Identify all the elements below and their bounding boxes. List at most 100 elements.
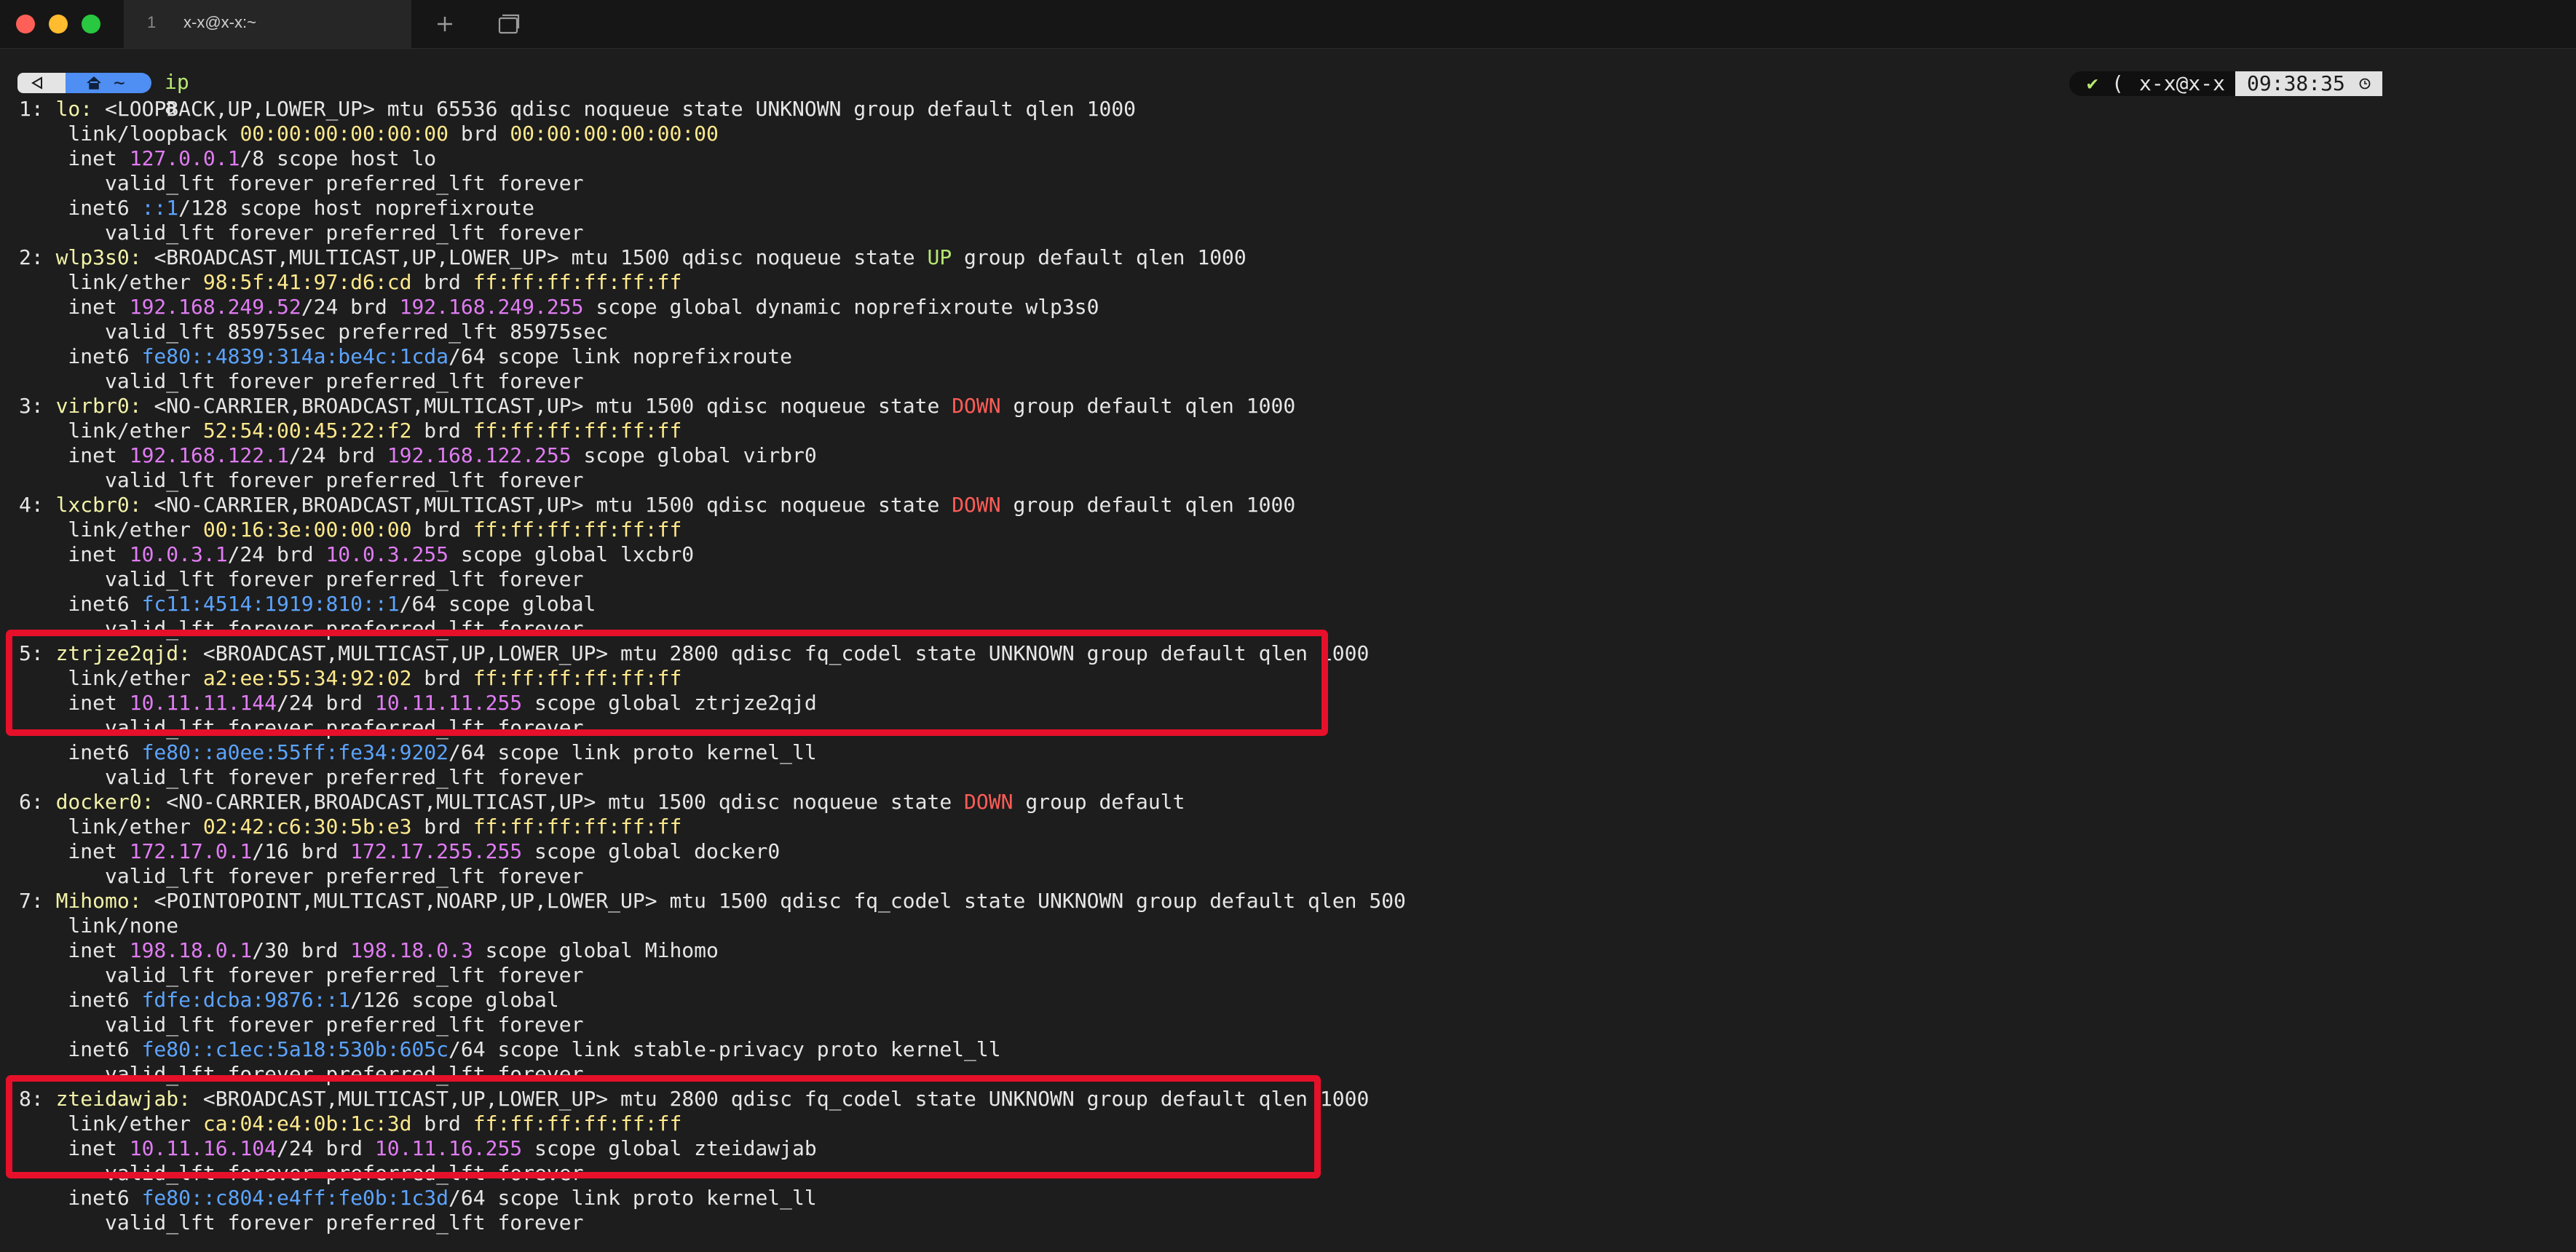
highlight-box-ztrjze2qjd bbox=[6, 630, 1328, 736]
output-line: valid_lft forever preferred_lft forever bbox=[19, 567, 1406, 592]
output-segment: <BROADCAST,MULTICAST,UP,LOWER_UP> mtu 15… bbox=[141, 245, 928, 269]
output-segment: inet6 bbox=[19, 988, 142, 1012]
output-segment: 192.168.249.52 bbox=[129, 295, 301, 319]
output-segment: 7: bbox=[19, 889, 56, 913]
output-segment: scope global docker0 bbox=[522, 839, 781, 863]
output-line: inet 10.0.3.1/24 brd 10.0.3.255 scope gl… bbox=[19, 542, 1406, 567]
output-segment: /64 scope link proto kernel_ll bbox=[449, 740, 817, 764]
output-line: valid_lft forever preferred_lft forever bbox=[19, 1013, 1406, 1037]
output-segment: group default qlen 1000 bbox=[1000, 493, 1296, 517]
output-segment: inet bbox=[19, 542, 130, 566]
output-segment: link/ether bbox=[19, 419, 203, 443]
output-segment: fe80::c804:e4ff:fe0b:1c3d bbox=[141, 1186, 449, 1210]
output-segment: /64 scope link stable-privacy proto kern… bbox=[449, 1037, 1001, 1061]
clock-icon bbox=[2359, 78, 2371, 90]
output-line: 1: lo: <LOOPBACK,UP,LOWER_UP> mtu 65536 … bbox=[19, 97, 1406, 122]
output-segment: 52:54:00:45:22:f2 bbox=[202, 419, 412, 443]
maximize-window-button[interactable] bbox=[82, 15, 100, 33]
output-segment: link/ether bbox=[19, 518, 203, 542]
output-segment: inet bbox=[19, 938, 130, 962]
output-line: inet 172.17.0.1/16 brd 172.17.255.255 sc… bbox=[19, 839, 1406, 864]
output-line: valid_lft forever preferred_lft forever bbox=[19, 864, 1406, 889]
context-paren: ( bbox=[2111, 71, 2124, 95]
output-segment: 98:5f:41:97:d6:cd bbox=[202, 270, 412, 294]
output-segment: fe80::a0ee:55ff:fe34:9202 bbox=[141, 740, 449, 764]
output-segment: scope global Mihomo bbox=[473, 938, 719, 962]
output-segment: inet bbox=[19, 839, 130, 863]
output-segment: UP bbox=[927, 245, 952, 269]
output-segment: valid_lft 85975sec preferred_lft 85975se… bbox=[19, 320, 609, 344]
output-segment: /64 scope link proto kernel_ll bbox=[449, 1186, 817, 1210]
output-segment: 192.168.249.255 bbox=[399, 295, 584, 319]
close-window-button[interactable] bbox=[16, 15, 35, 33]
output-segment: wlp3s0: bbox=[55, 245, 142, 269]
minimize-window-button[interactable] bbox=[49, 15, 68, 33]
output-segment: 3: bbox=[19, 394, 56, 418]
output-segment: valid_lft forever preferred_lft forever bbox=[19, 221, 584, 245]
output-segment: 10.0.3.1 bbox=[129, 542, 228, 566]
output-segment: /64 scope global bbox=[399, 592, 596, 616]
clock-time: 09:38:35 bbox=[2247, 71, 2345, 95]
output-line: link/none bbox=[19, 914, 1406, 938]
directory-segment: ~ bbox=[66, 72, 151, 94]
output-segment: 172.17.0.1 bbox=[129, 839, 253, 863]
output-line: link/loopback 00:00:00:00:00:00 brd 00:0… bbox=[19, 122, 1406, 146]
output-line: link/ether 52:54:00:45:22:f2 brd ff:ff:f… bbox=[19, 419, 1406, 443]
output-segment: valid_lft forever preferred_lft forever bbox=[19, 1013, 584, 1037]
output-segment: 6: bbox=[19, 790, 56, 814]
output-line: inet 127.0.0.1/8 scope host lo bbox=[19, 146, 1406, 171]
output-segment: fc11:4514:1919:810::1 bbox=[141, 592, 400, 616]
output-segment: /16 brd bbox=[252, 839, 351, 863]
output-segment: inet6 bbox=[19, 344, 142, 368]
output-segment: ff:ff:ff:ff:ff:ff bbox=[473, 815, 682, 839]
output-line: valid_lft 85975sec preferred_lft 85975se… bbox=[19, 320, 1406, 344]
output-line: valid_lft forever preferred_lft forever bbox=[19, 171, 1406, 196]
output-segment: 00:16:3e:00:00:00 bbox=[202, 518, 412, 542]
user-host: x-x@x-x bbox=[2139, 71, 2226, 95]
output-segment: <POINTOPOINT,MULTICAST,NOARP,UP,LOWER_UP… bbox=[141, 889, 1406, 913]
output-segment: /24 brd bbox=[227, 542, 326, 566]
output-segment: inet6 bbox=[19, 1037, 142, 1061]
output-segment: link/ether bbox=[19, 270, 203, 294]
output-line: valid_lft forever preferred_lft forever bbox=[19, 765, 1406, 790]
output-segment: valid_lft forever preferred_lft forever bbox=[19, 1211, 584, 1235]
command-name: ip bbox=[165, 70, 189, 94]
output-line: inet 192.168.122.1/24 brd 192.168.122.25… bbox=[19, 443, 1406, 468]
output-segment: valid_lft forever preferred_lft forever bbox=[19, 963, 584, 987]
output-segment: /126 scope global bbox=[350, 988, 559, 1012]
output-segment: /30 brd bbox=[252, 938, 351, 962]
output-line: inet6 fe80::c1ec:5a18:530b:605c/64 scope… bbox=[19, 1037, 1406, 1062]
output-segment: brd bbox=[411, 419, 473, 443]
output-segment: ff:ff:ff:ff:ff:ff bbox=[473, 270, 682, 294]
output-line: 2: wlp3s0: <BROADCAST,MULTICAST,UP,LOWER… bbox=[19, 245, 1406, 270]
output-line: link/ether 00:16:3e:00:00:00 brd ff:ff:f… bbox=[19, 518, 1406, 542]
output-segment: 02:42:c6:30:5b:e3 bbox=[202, 815, 412, 839]
output-line: valid_lft forever preferred_lft forever bbox=[19, 369, 1406, 394]
terminal-tab[interactable]: 1 x-x@x-x:~ bbox=[124, 0, 411, 48]
output-line: inet 198.18.0.1/30 brd 198.18.0.3 scope … bbox=[19, 938, 1406, 963]
output-segment: brd bbox=[449, 122, 510, 146]
plus-icon[interactable] bbox=[431, 10, 459, 38]
output-segment: inet bbox=[19, 295, 130, 319]
tabs-overview-icon[interactable] bbox=[495, 10, 523, 38]
output-segment: group default bbox=[1013, 790, 1185, 814]
output-line: 3: virbr0: <NO-CARRIER,BROADCAST,MULTICA… bbox=[19, 394, 1406, 419]
output-line: inet6 fe80::a0ee:55ff:fe34:9202/64 scope… bbox=[19, 740, 1406, 765]
output-segment: link/none bbox=[19, 914, 179, 938]
output-segment: 4: bbox=[19, 493, 56, 517]
output-segment: link/loopback bbox=[19, 122, 240, 146]
output-line: link/ether 98:5f:41:97:d6:cd brd ff:ff:f… bbox=[19, 270, 1406, 295]
title-bar: 1 x-x@x-x:~ bbox=[0, 0, 2576, 49]
output-segment: fdfe:dcba:9876::1 bbox=[141, 988, 351, 1012]
output-segment: DOWN bbox=[952, 394, 1001, 418]
output-segment: scope global virbr0 bbox=[571, 443, 817, 467]
output-segment: /24 brd bbox=[288, 443, 387, 467]
output-segment: /24 brd bbox=[301, 295, 400, 319]
output-line: inet6 fc11:4514:1919:810::1/64 scope glo… bbox=[19, 592, 1406, 617]
output-segment: ::1 bbox=[141, 196, 179, 220]
output-segment: ff:ff:ff:ff:ff:ff bbox=[473, 419, 682, 443]
output-segment: valid_lft forever preferred_lft forever bbox=[19, 171, 584, 195]
output-segment: Mihomo: bbox=[55, 889, 142, 913]
output-segment: /8 scope host lo bbox=[240, 146, 437, 170]
output-segment: 10.0.3.255 bbox=[325, 542, 449, 566]
